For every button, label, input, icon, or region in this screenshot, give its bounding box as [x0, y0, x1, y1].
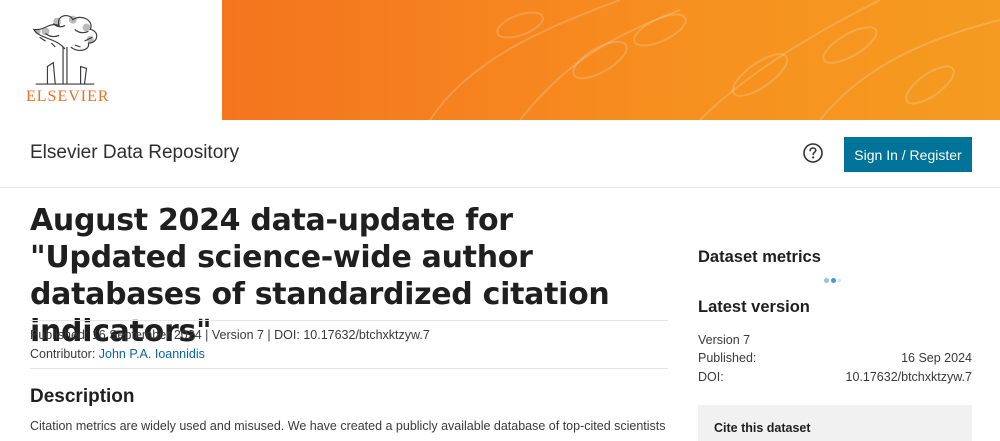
doi-row: DOI: 10.17632/btchxktzyw.7 [698, 370, 972, 384]
version-row: Version 7 [698, 333, 972, 347]
latest-version-heading: Latest version [698, 298, 810, 316]
divider [30, 368, 668, 369]
published-version-doi-line: Published: 16 September 2024 | Version 7… [30, 328, 430, 342]
sign-in-register-button[interactable]: Sign In / Register [844, 137, 972, 172]
published-label: Published: [698, 351, 757, 365]
cite-dataset-heading: Cite this dataset [714, 421, 811, 435]
loading-dot [831, 278, 836, 283]
elsevier-wordmark: ELSEVIER [26, 88, 110, 105]
contributor-line: Contributor: John P.A. Ioannidis [30, 347, 205, 361]
published-value: 16 Sep 2024 [901, 351, 972, 365]
repository-title[interactable]: Elsevier Data Repository [30, 142, 239, 164]
cite-dataset-panel: Cite this dataset [698, 405, 972, 441]
loading-dot [838, 279, 841, 282]
elsevier-tree-icon [32, 14, 98, 85]
top-bar: Elsevier Data Repository Sign In / Regis… [0, 120, 1000, 188]
doi-label: DOI: [698, 370, 724, 384]
site-banner: ELSEVIER [0, 0, 1000, 120]
contributor-label: Contributor: [30, 347, 99, 361]
description-text: Citation metrics are widely used and mis… [30, 419, 666, 433]
dataset-metrics-heading: Dataset metrics [698, 248, 821, 266]
description-heading: Description [30, 386, 135, 407]
version-label: Version 7 [698, 333, 751, 347]
published-row: Published: 16 Sep 2024 [698, 351, 972, 365]
divider [30, 320, 668, 321]
question-circle-icon[interactable] [802, 142, 824, 164]
loading-dot [824, 278, 829, 283]
loading-indicator [824, 278, 848, 284]
contributor-link[interactable]: John P.A. Ioannidis [99, 347, 205, 361]
elsevier-logo[interactable]: ELSEVIER [0, 0, 222, 120]
doi-value[interactable]: 10.17632/btchxktzyw.7 [846, 370, 972, 384]
